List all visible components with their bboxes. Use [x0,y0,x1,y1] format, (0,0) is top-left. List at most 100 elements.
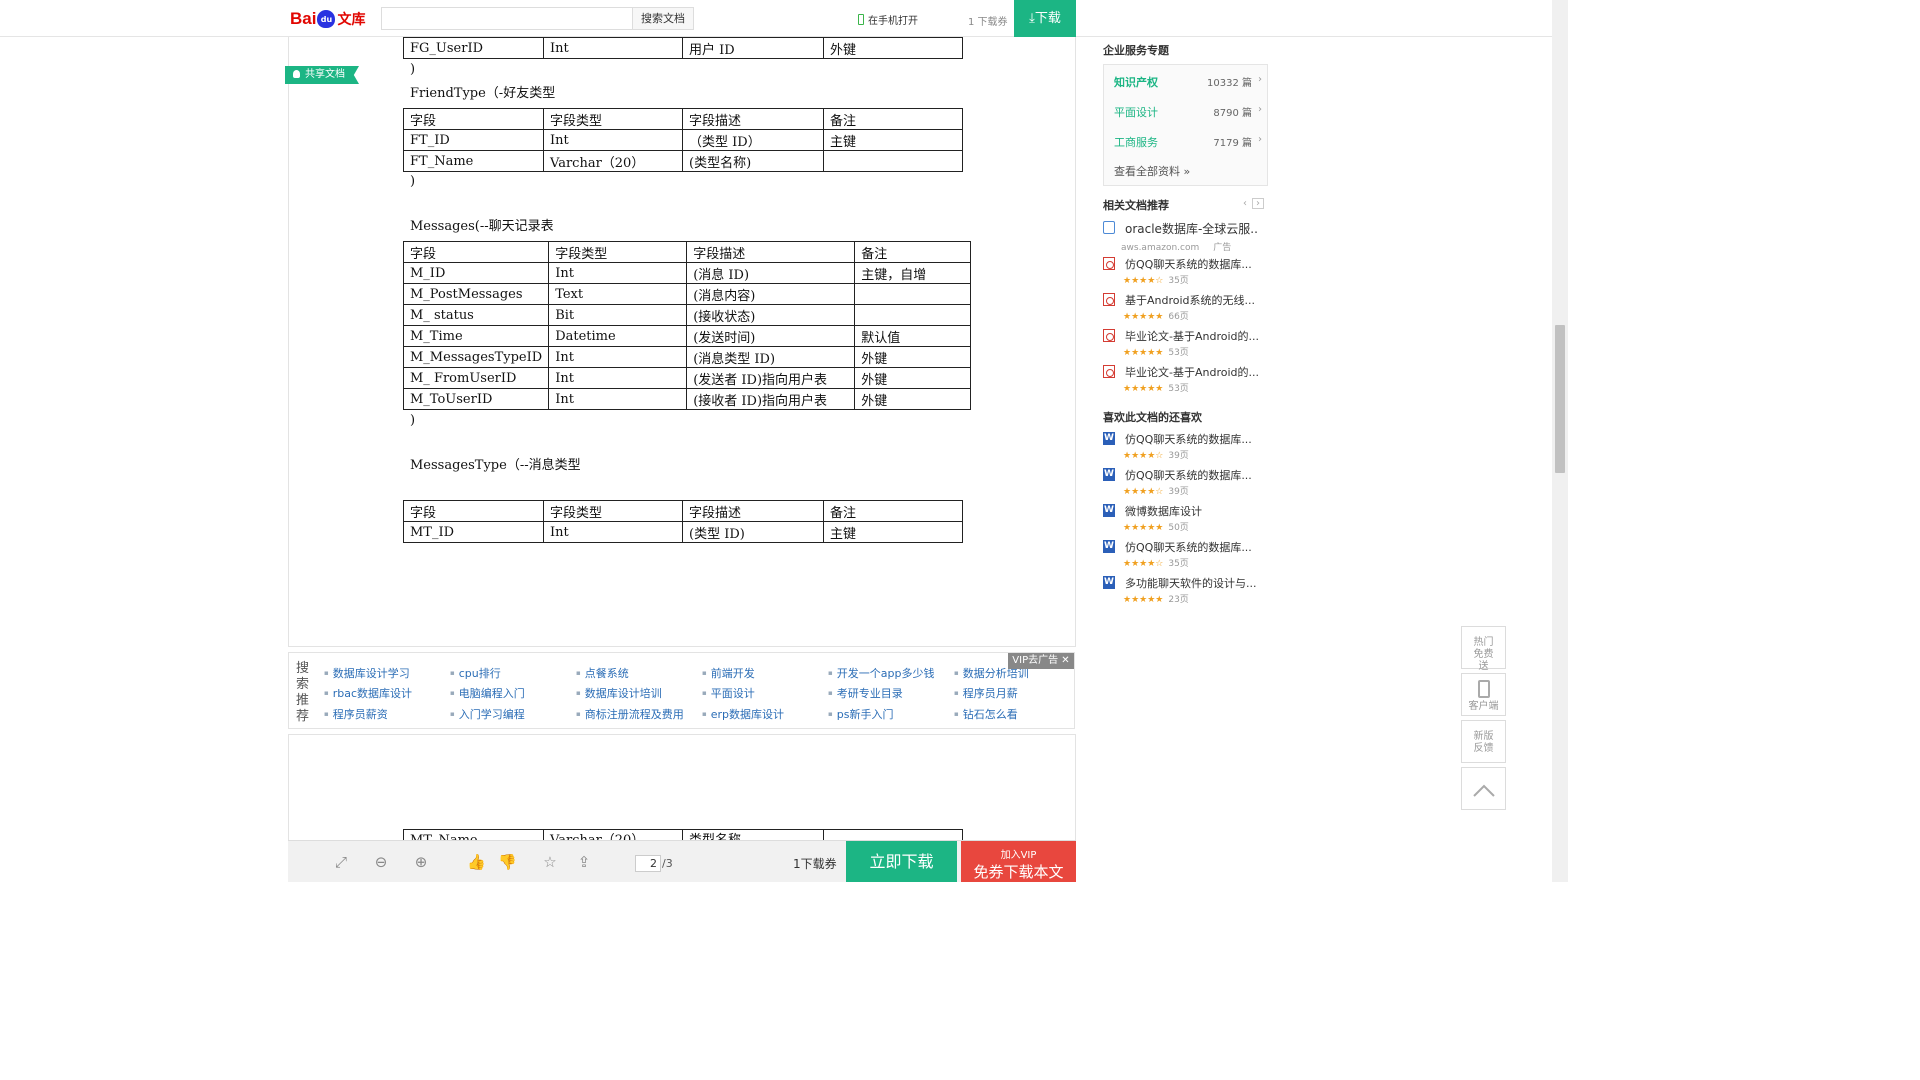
toolbar-ticket-count: 1下载券 [793,857,837,871]
messagestype-table: 字段 字段类型 字段描述 备注 MT_ID Int (类型 ID) 主键 [403,500,963,543]
prev-arrow-icon[interactable]: ‹ [1239,198,1251,209]
page-count: 66页 [1168,312,1189,322]
page-count: 23页 [1168,595,1189,605]
next-arrow-icon[interactable]: › [1252,198,1264,209]
search-recommend-link[interactable]: 考研专业目录 [828,685,903,701]
table-cell: 主键 [823,521,963,543]
search-recommend-link[interactable]: 电脑编程入门 [450,685,525,701]
table-cell: M_ID [402,262,550,284]
search-recommend-link[interactable]: 数据库设计培训 [576,685,662,701]
fullscreen-icon[interactable]: ⤢ [332,853,350,871]
join-vip-button[interactable]: 加入VIP 免券下载本文 [961,841,1076,882]
table-cell: M_ToUserID [402,388,550,410]
table-cell: (消息 ID) [686,262,856,284]
share-icon[interactable]: ⇪ [575,853,593,871]
search-recommend-link[interactable]: 商标注册流程及费用 [576,706,684,722]
liked-doc-title: 仿QQ聊天系统的数据库... [1125,541,1252,554]
table-cell: FT_Name [403,150,544,172]
download-ticket-count: 1 下载券 [968,17,1008,28]
stars-value: ★★★★☆ [1123,559,1164,569]
star-icon[interactable]: ☆ [541,853,559,871]
search-recommend-link[interactable]: 点餐系统 [576,665,629,681]
friendtype-heading: FriendType（-好友类型 [410,86,556,101]
table-cell: FG_UserID [403,37,544,59]
search-recommend-link[interactable]: ps新手入门 [828,706,894,722]
table-cell: 备注 [823,108,963,130]
search-recommend-link[interactable]: 平面设计 [702,685,755,701]
client-label: 客户端 [1468,701,1499,712]
rating-stars: ★★★★★ 23页 [1123,592,1189,605]
search-recommend-link[interactable]: 前端开发 [702,665,755,681]
search-recommend-link[interactable]: 入门学习编程 [450,706,525,722]
zoom-out-icon[interactable]: ⊖ [372,853,390,871]
table-row: M_ FromUserID Int (发送者 ID)指向用户表 外键 [402,367,972,389]
thumbs-down-icon[interactable]: 👎 [498,853,517,871]
service-item-design[interactable]: 平面设计 8790 篇 › [1114,104,1262,120]
view-all-materials-link[interactable]: 查看全部资料 » [1114,163,1190,179]
table-cell: 字段类型 [543,500,683,522]
related-doc-title: oracle数据库-全球云服.. [1125,222,1258,236]
join-vip-label: 加入VIP [1000,850,1037,861]
page-count: 39页 [1168,487,1189,497]
enterprise-services-box: 知识产权 10332 篇 › 平面设计 8790 篇 › 工商服务 7179 篇… [1103,64,1268,186]
page-number-input[interactable]: 2 [635,855,661,872]
shared-document-label: 共享文档 [305,69,345,80]
table-cell: (发送者 ID)指向用户表 [686,367,856,389]
table-cell [854,283,972,305]
search-recommend-link[interactable]: erp数据库设计 [702,706,784,722]
open-in-phone-link[interactable]: 在手机打开 [858,12,918,27]
vip-remove-ad-button[interactable]: VIP去广告 ✕ [1008,653,1074,669]
service-item-business[interactable]: 工商服务 7179 篇 › [1114,134,1262,150]
table-cell [854,304,972,326]
zoom-in-icon[interactable]: ⊕ [412,853,430,871]
search-recommend-link[interactable]: rbac数据库设计 [324,685,412,701]
header-download-button[interactable]: ⤓下载 [1014,0,1076,37]
also-liked-title: 喜欢此文档的还喜欢 [1103,411,1202,424]
feedback-button[interactable]: 新版反馈 [1461,720,1506,763]
search-recommend-link[interactable]: 开发一个app多少钱 [828,665,935,681]
search-recommend-link[interactable]: 程序员月薪 [954,685,1018,701]
thumbs-up-icon[interactable]: 👍 [467,853,486,871]
table-cell: M_ status [402,304,550,326]
table-row: MT_ID Int (类型 ID) 主键 [403,521,963,543]
baidu-wenku-logo[interactable]: Bai du 文库 [290,6,365,32]
table-cell: (接收状态) [686,304,856,326]
service-name: 工商服务 [1114,136,1158,149]
table-cell [823,150,963,172]
table-cell: 默认值 [854,325,972,347]
table-cell: 备注 [823,500,963,522]
table-row: FT_ID Int （类型 ID） 主键 [403,129,963,151]
table-cell: M_PostMessages [402,283,550,305]
related-docs-pager: ‹ › [1238,198,1264,209]
table-cell: 外键 [823,37,963,59]
friendtype-table: 字段 字段类型 字段描述 备注 FT_ID Int （类型 ID） 主键 FT_… [403,108,963,172]
back-to-top-button[interactable] [1461,767,1506,810]
service-item-ip[interactable]: 知识产权 10332 篇 › [1114,74,1262,90]
search-recommend-link[interactable]: 钻石怎么看 [954,706,1018,722]
table-row: M_MessagesTypeID Int (消息类型 ID) 外键 [402,346,972,368]
search-button[interactable]: 搜索文档 [632,7,694,30]
pdf-icon [1103,257,1115,270]
rating-stars: ★★★★★ 53页 [1123,345,1189,358]
stars-value: ★★★★★ [1123,348,1164,358]
page-count: 50页 [1168,523,1189,533]
search-recommend-link[interactable]: 程序员薪资 [324,706,388,722]
search-recommend-link[interactable]: cpu排行 [450,665,501,681]
service-count: 8790 篇 [1213,108,1252,119]
table-cell: 字段描述 [686,241,856,263]
related-docs-title: 相关文档推荐 [1103,199,1169,212]
stars-value: ★★★★★ [1123,523,1164,533]
table-cell: (消息类型 ID) [686,346,856,368]
scrollbar-thumb[interactable] [1555,325,1565,473]
logo-paw-icon: du [317,10,336,28]
table-cell: M_MessagesTypeID [402,346,550,368]
doc-paren: ) [410,62,416,77]
table-cell: 字段 [402,241,550,263]
related-doc-title: 仿QQ聊天系统的数据库... [1125,258,1252,271]
client-app-button[interactable]: 客户端 [1461,673,1506,716]
download-now-button[interactable]: 立即下载 [846,841,957,882]
table-cell: 字段描述 [682,108,824,130]
search-recommend-link[interactable]: 数据库设计学习 [324,665,410,681]
hot-free-button[interactable]: 热门免费送 [1461,626,1506,672]
page-count: 35页 [1168,276,1189,286]
